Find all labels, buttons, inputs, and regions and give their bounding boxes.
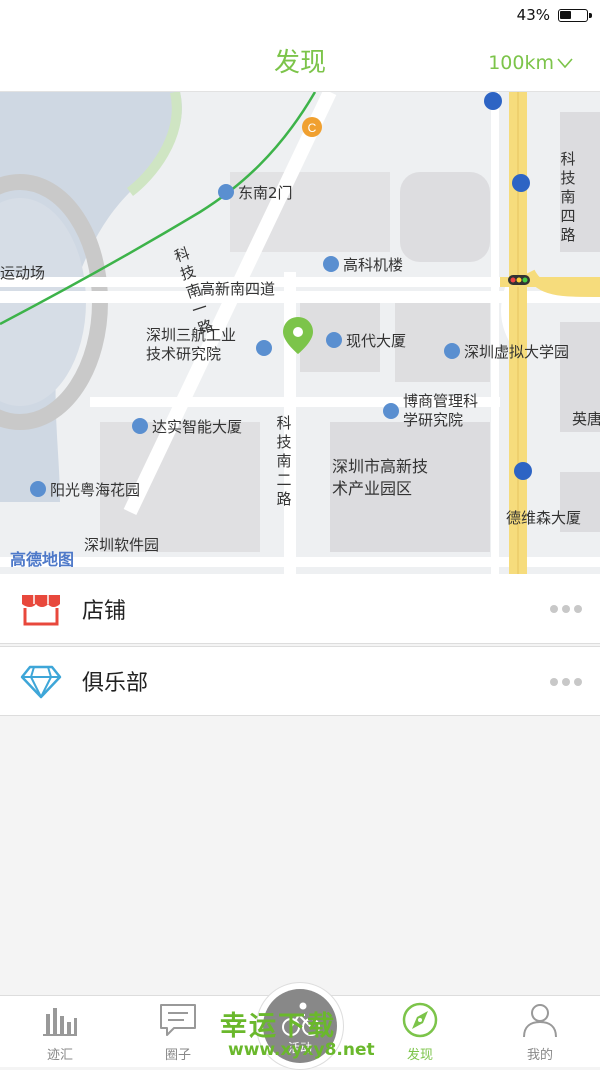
map-label-keji-nan2: 科技南二路 xyxy=(276,414,292,508)
chat-icon xyxy=(160,1004,196,1036)
battery-icon xyxy=(558,9,592,22)
more-icon xyxy=(550,678,582,686)
map-label-xuni: 深圳虚拟大学园 xyxy=(464,343,570,361)
map-label-stadium: 运动场 xyxy=(0,264,46,282)
bus-stop-icon xyxy=(514,462,532,480)
poi-icon xyxy=(256,340,272,356)
list-item-label: 俱乐部 xyxy=(82,671,149,696)
amap-logo: 高德地图 xyxy=(10,550,75,569)
map-view[interactable]: C 运动场 东南2门 高科机楼 高新南四道 深圳三航工业 技术研究院 现代大厦 … xyxy=(0,92,600,574)
poi-icon xyxy=(383,403,399,419)
battery-fill xyxy=(560,11,571,19)
watermark-url: www.xyxy8.net xyxy=(228,1040,375,1060)
tab-discover[interactable]: 发现 xyxy=(360,996,480,1068)
list-item-club[interactable]: 俱乐部 xyxy=(0,646,600,716)
tab-label: 发现 xyxy=(406,1048,433,1063)
poi-icon xyxy=(323,256,339,272)
map-label-xiandai: 现代大厦 xyxy=(346,332,407,350)
watermark: 幸运下载 xyxy=(220,1011,336,1042)
battery-percent: 43% xyxy=(516,6,550,24)
distance-filter[interactable]: 100km xyxy=(488,52,574,74)
tab-label: 我的 xyxy=(526,1048,553,1063)
tab-label: 迹汇 xyxy=(46,1048,73,1063)
tab-mine[interactable]: 我的 xyxy=(480,996,600,1068)
shop-icon xyxy=(22,595,60,626)
tab-label: 圈子 xyxy=(164,1048,191,1063)
chevron-down-icon xyxy=(557,58,573,69)
nav-bar: 发现 100km xyxy=(0,30,600,92)
bus-stop-icon xyxy=(484,92,502,110)
svg-text:C: C xyxy=(308,121,317,135)
map-label-gaoxin-nan4: 高新南四道 xyxy=(200,280,276,298)
map-label-dashi: 达实智能大厦 xyxy=(152,418,243,436)
map-label-gaoxin-park: 深圳市高新技 术产业园区 xyxy=(332,457,429,498)
list-item-shop[interactable]: 店铺 xyxy=(0,574,600,644)
poi-icon xyxy=(132,418,148,434)
map-label-ying: 英唐 xyxy=(572,410,600,428)
map-label-sanhang: 深圳三航工业 技术研究院 xyxy=(146,326,237,363)
map-label-yangguang: 阳光粤海花园 xyxy=(50,481,141,499)
poi-icon xyxy=(326,332,342,348)
user-icon xyxy=(523,1004,557,1038)
compass-icon xyxy=(402,1002,438,1038)
bar-chart-icon xyxy=(43,1008,77,1036)
diamond-icon xyxy=(20,665,62,699)
distance-label: 100km xyxy=(488,52,554,74)
map-label-gaoke: 高科机楼 xyxy=(343,256,404,274)
discover-list: 店铺 俱乐部 xyxy=(0,574,600,716)
map-label-dewei: 德维森大厦 xyxy=(506,509,582,527)
poi-icon xyxy=(444,343,460,359)
map-label-boshang: 博商管理科 学研究院 xyxy=(403,392,479,429)
poi-icon xyxy=(30,481,46,497)
map-label-dongnan2men: 东南2门 xyxy=(238,184,293,202)
bus-stop-icon xyxy=(512,174,530,192)
more-icon xyxy=(550,605,582,613)
map-label-ruanjian: 深圳软件园 xyxy=(84,536,160,554)
list-item-label: 店铺 xyxy=(82,598,127,624)
poi-icon xyxy=(218,184,234,200)
map-canvas: C xyxy=(0,92,600,574)
map-label-keji-nan4: 科技南四路 xyxy=(560,150,576,244)
tab-trace[interactable]: 迹汇 xyxy=(0,996,120,1068)
status-bar: 43% xyxy=(0,0,600,30)
